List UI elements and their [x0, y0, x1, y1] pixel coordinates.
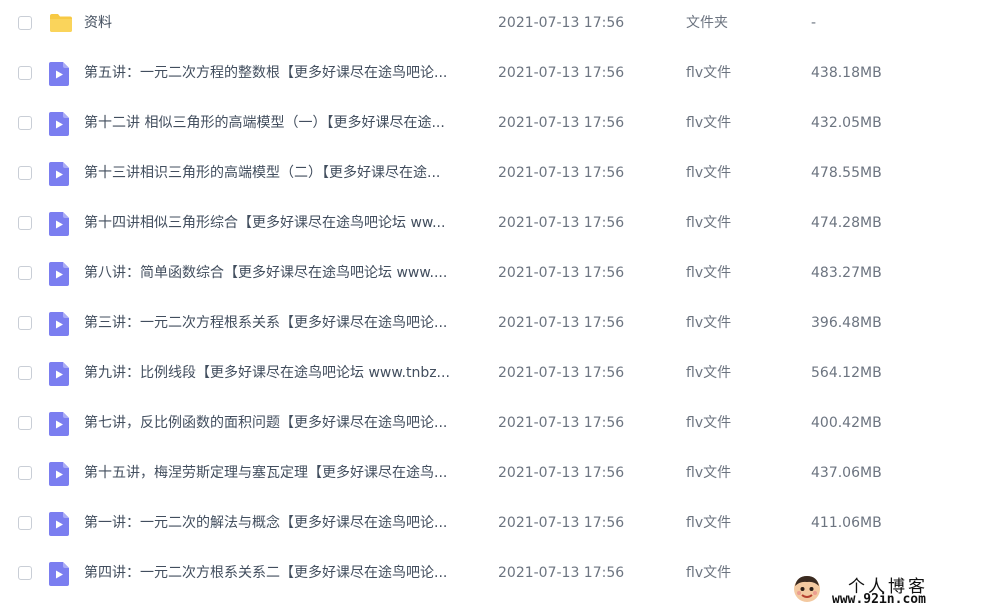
file-row[interactable]: 第十二讲 相似三角形的高端模型（一）【更多好课尽在途... 2021-07-13… [0, 100, 982, 150]
file-name[interactable]: 第十三讲相识三角形的高端模型（二）【更多好课尽在途... [84, 164, 484, 182]
file-row[interactable]: 第七讲，反比例函数的面积问题【更多好课尽在途鸟吧论... 2021-07-13 … [0, 400, 982, 450]
file-list: 资料 2021-07-13 17:56 文件夹 - 第五讲：一元二次方程的整数根… [0, 0, 982, 612]
file-name[interactable]: 资料 [84, 14, 484, 32]
file-size: 474.28MB [811, 215, 882, 231]
file-type: flv文件 [686, 265, 732, 281]
file-row[interactable]: 第一讲：一元二次的解法与概念【更多好课尽在途鸟吧论... 2021-07-13 … [0, 500, 982, 550]
file-row[interactable]: 第五讲：一元二次方程的整数根【更多好课尽在途鸟吧论... 2021-07-13 … [0, 50, 982, 100]
video-file-icon [49, 212, 69, 240]
file-size: 396.48MB [811, 315, 882, 331]
file-type: flv文件 [686, 215, 732, 231]
file-date: 2021-07-13 17:56 [498, 315, 625, 331]
file-name[interactable]: 第四讲：一元二次方根系关系二【更多好课尽在途鸟吧论... [84, 564, 484, 582]
file-date: 2021-07-13 17:56 [498, 115, 625, 131]
video-file-icon [49, 362, 69, 390]
watermark-url: www.92in.com [832, 592, 926, 607]
row-checkbox[interactable] [18, 366, 32, 380]
file-type: flv文件 [686, 565, 732, 581]
file-type: flv文件 [686, 65, 732, 81]
video-file-icon [49, 162, 69, 190]
file-size: 437.06MB [811, 465, 882, 481]
file-type: flv文件 [686, 115, 732, 131]
file-name[interactable]: 第十二讲 相似三角形的高端模型（一）【更多好课尽在途... [84, 114, 484, 132]
file-row[interactable]: 资料 2021-07-13 17:56 文件夹 - [0, 0, 982, 50]
avatar-icon [792, 574, 822, 604]
file-date: 2021-07-13 17:56 [498, 565, 625, 581]
folder-icon [49, 12, 73, 38]
file-date: 2021-07-13 17:56 [498, 365, 625, 381]
watermark: 个人博客 www.92in.com [790, 572, 970, 610]
file-name[interactable]: 第十四讲相似三角形综合【更多好课尽在途鸟吧论坛 ww... [84, 214, 484, 232]
file-name[interactable]: 第五讲：一元二次方程的整数根【更多好课尽在途鸟吧论... [84, 64, 484, 82]
file-row[interactable]: 第十四讲相似三角形综合【更多好课尽在途鸟吧论坛 ww... 2021-07-13… [0, 200, 982, 250]
file-date: 2021-07-13 17:56 [498, 65, 625, 81]
file-size: 432.05MB [811, 115, 882, 131]
file-date: 2021-07-13 17:56 [498, 265, 625, 281]
file-date: 2021-07-13 17:56 [498, 415, 625, 431]
file-type: flv文件 [686, 515, 732, 531]
file-name[interactable]: 第三讲：一元二次方程根系关系【更多好课尽在途鸟吧论... [84, 314, 484, 332]
row-checkbox[interactable] [18, 116, 32, 130]
file-size: 483.27MB [811, 265, 882, 281]
file-name[interactable]: 第七讲，反比例函数的面积问题【更多好课尽在途鸟吧论... [84, 414, 484, 432]
video-file-icon [49, 262, 69, 290]
file-date: 2021-07-13 17:56 [498, 515, 625, 531]
file-size: 564.12MB [811, 365, 882, 381]
video-file-icon [49, 112, 69, 140]
row-checkbox[interactable] [18, 216, 32, 230]
row-checkbox[interactable] [18, 466, 32, 480]
file-size: 438.18MB [811, 65, 882, 81]
row-checkbox[interactable] [18, 316, 32, 330]
file-size: 478.55MB [811, 165, 882, 181]
file-type: flv文件 [686, 465, 732, 481]
file-date: 2021-07-13 17:56 [498, 15, 625, 31]
row-checkbox[interactable] [18, 16, 32, 30]
file-date: 2021-07-13 17:56 [498, 165, 625, 181]
file-name[interactable]: 第十五讲，梅涅劳斯定理与塞瓦定理【更多好课尽在途鸟... [84, 464, 484, 482]
file-size: 400.42MB [811, 415, 882, 431]
video-file-icon [49, 512, 69, 540]
video-file-icon [49, 562, 69, 590]
file-date: 2021-07-13 17:56 [498, 465, 625, 481]
file-type: flv文件 [686, 365, 732, 381]
file-row[interactable]: 第八讲：简单函数综合【更多好课尽在途鸟吧论坛 www.... 2021-07-1… [0, 250, 982, 300]
video-file-icon [49, 62, 69, 90]
video-file-icon [49, 462, 69, 490]
file-type: flv文件 [686, 315, 732, 331]
file-name[interactable]: 第八讲：简单函数综合【更多好课尽在途鸟吧论坛 www.... [84, 264, 484, 282]
file-size: 411.06MB [811, 515, 882, 531]
row-checkbox[interactable] [18, 566, 32, 580]
row-checkbox[interactable] [18, 266, 32, 280]
video-file-icon [49, 312, 69, 340]
file-type: 文件夹 [686, 15, 728, 31]
file-row[interactable]: 第九讲：比例线段【更多好课尽在途鸟吧论坛 www.tnbz... 2021-07… [0, 350, 982, 400]
file-type: flv文件 [686, 165, 732, 181]
file-row[interactable]: 第十五讲，梅涅劳斯定理与塞瓦定理【更多好课尽在途鸟... 2021-07-13 … [0, 450, 982, 500]
row-checkbox[interactable] [18, 416, 32, 430]
row-checkbox[interactable] [18, 516, 32, 530]
video-file-icon [49, 412, 69, 440]
file-size: - [811, 15, 817, 31]
file-date: 2021-07-13 17:56 [498, 215, 625, 231]
file-row[interactable]: 第三讲：一元二次方程根系关系【更多好课尽在途鸟吧论... 2021-07-13 … [0, 300, 982, 350]
row-checkbox[interactable] [18, 66, 32, 80]
file-row[interactable]: 第十三讲相识三角形的高端模型（二）【更多好课尽在途... 2021-07-13 … [0, 150, 982, 200]
file-name[interactable]: 第九讲：比例线段【更多好课尽在途鸟吧论坛 www.tnbz... [84, 364, 484, 382]
file-type: flv文件 [686, 415, 732, 431]
row-checkbox[interactable] [18, 166, 32, 180]
file-name[interactable]: 第一讲：一元二次的解法与概念【更多好课尽在途鸟吧论... [84, 514, 484, 532]
